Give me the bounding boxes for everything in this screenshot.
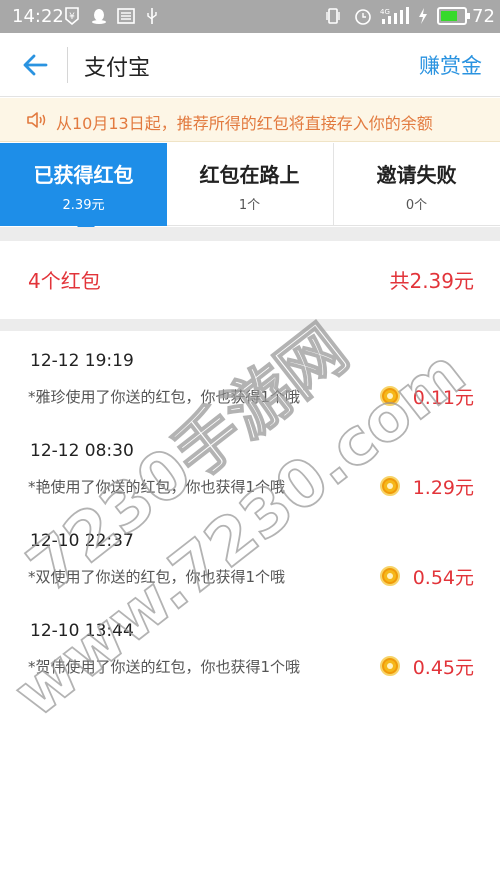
charging-icon [417, 7, 429, 25]
coin-icon [380, 386, 400, 406]
battery-icon [437, 7, 470, 25]
item-date: 12-12 19:19 [30, 351, 134, 371]
status-time: 14:22 [12, 6, 64, 27]
item-description: *双使用了你送的红包，你也获得1个哦 [28, 568, 286, 586]
list-item[interactable]: 12-10 13:44 *贺伟使用了你送的红包，你也获得1个哦 0.45元 [0, 601, 500, 691]
tab-invite-failed[interactable]: 邀请失败 0个 [333, 143, 500, 226]
list-item[interactable]: 12-12 08:30 *艳使用了你送的红包，你也获得1个哦 1.29元 [0, 421, 500, 511]
reward-link[interactable]: 赚赏金 [419, 50, 482, 80]
notice-banner: 从10月13日起，推荐所得的红包将直接存入你的余额 [0, 98, 500, 142]
vibrate-icon [326, 7, 340, 25]
speaker-icon [27, 112, 46, 128]
tab-label: 邀请失败 [376, 163, 457, 187]
item-amount: 0.11元 [412, 387, 474, 409]
back-arrow-icon [23, 54, 48, 76]
item-description: *艳使用了你送的红包，你也获得1个哦 [28, 478, 286, 496]
tab-label: 已获得红包 [33, 163, 134, 187]
svg-text:¥: ¥ [69, 12, 75, 22]
usb-icon [146, 7, 158, 25]
item-description: *贺伟使用了你送的红包，你也获得1个哦 [28, 658, 301, 676]
coin-icon [380, 566, 400, 586]
summary-row: 4个红包 共2.39元 [0, 241, 500, 319]
tab-received[interactable]: 已获得红包 2.39元 [0, 143, 167, 235]
network-label: 4G [380, 8, 390, 16]
packet-total: 共2.39元 [389, 269, 474, 293]
tab-sub: 1个 [238, 198, 261, 213]
item-date: 12-10 13:44 [30, 621, 134, 641]
list-item[interactable]: 12-12 19:19 *雅珍使用了你送的红包，你也获得1个哦 0.11元 [0, 331, 500, 421]
yuan-icon: ¥ [64, 7, 80, 25]
alarm-icon [354, 7, 372, 25]
coin-icon [380, 476, 400, 496]
item-amount: 0.54元 [412, 567, 474, 589]
signal-icon: 4G [380, 7, 410, 25]
packet-count: 4个红包 [28, 269, 101, 293]
list-item[interactable]: 12-10 22:37 *双使用了你送的红包，你也获得1个哦 0.54元 [0, 511, 500, 601]
section-gap [0, 319, 500, 331]
item-description: *雅珍使用了你送的红包，你也获得1个哦 [28, 388, 301, 406]
app-header: 支付宝 赚赏金 [0, 33, 500, 97]
coin-icon [380, 656, 400, 676]
item-amount: 0.45元 [412, 657, 474, 679]
header-divider [67, 47, 68, 83]
news-icon [117, 7, 135, 25]
qq-icon [90, 7, 108, 25]
tab-bar: 已获得红包 2.39元 红包在路上 1个 邀请失败 0个 [0, 143, 500, 235]
page-title: 支付宝 [84, 56, 151, 81]
tab-label: 红包在路上 [199, 163, 300, 187]
battery-percent: 72 [472, 6, 495, 27]
tab-sub: 0个 [405, 198, 428, 213]
item-date: 12-10 22:37 [30, 531, 134, 551]
back-button[interactable] [18, 49, 52, 81]
notice-text: 从10月13日起，推荐所得的红包将直接存入你的余额 [56, 114, 433, 133]
section-gap [0, 227, 500, 241]
item-date: 12-12 08:30 [30, 441, 134, 461]
status-bar: 14:22 ¥ 4G 72 [0, 0, 500, 33]
tab-sub: 2.39元 [62, 198, 105, 213]
item-amount: 1.29元 [412, 477, 474, 499]
tab-on-the-way[interactable]: 红包在路上 1个 [166, 143, 333, 226]
